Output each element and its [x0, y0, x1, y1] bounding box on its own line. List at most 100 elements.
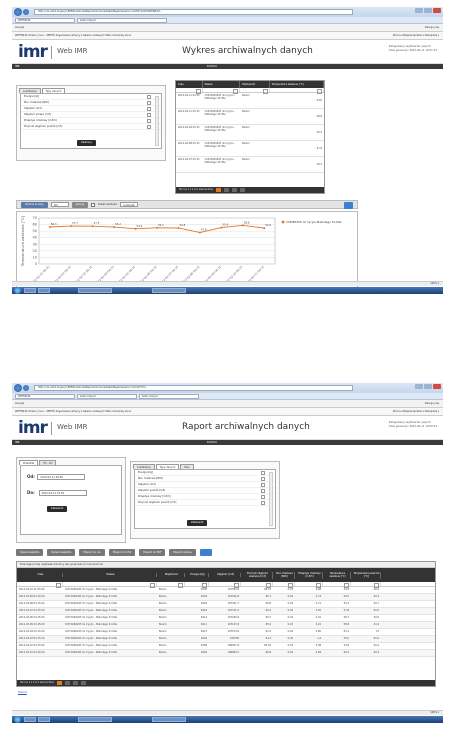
column-header[interactable]: Temperatura zasilania [°C] [323, 571, 351, 579]
page-2-button[interactable] [224, 188, 230, 192]
taskbar-app[interactable] [24, 288, 36, 293]
page-1-button[interactable] [57, 681, 63, 685]
filter-cell[interactable] [269, 88, 325, 94]
taskbar-app[interactable] [38, 717, 50, 722]
export-chart-button[interactable]: Eksport wykres [169, 549, 196, 556]
save-all-button[interactable]: Zapisz wszystko [16, 549, 44, 556]
address-bar[interactable]: http://nb-adxt.imgw.pl:8080/internal/Rep… [34, 9, 353, 15]
checkbox[interactable] [261, 477, 265, 481]
from-date-input[interactable]: 2012-03-11 00:00 [37, 474, 86, 480]
taskbar-app[interactable] [78, 717, 112, 722]
table-row[interactable]: 2012-03-03 04:15:00 CCE-W/R0205 do Cyrylo… [17, 636, 435, 643]
filter-cell[interactable] [273, 582, 295, 588]
checkbox[interactable] [261, 495, 265, 499]
maximize-icon[interactable] [424, 384, 432, 389]
minimize-icon[interactable] [415, 384, 423, 389]
show-values-checkbox[interactable] [91, 202, 96, 207]
checkbox[interactable] [261, 501, 265, 505]
list-scrollbar[interactable] [155, 96, 159, 146]
table-row[interactable]: 2012-02-07 04:15 CCE-W/R0205 do Cyrylo - … [176, 157, 324, 173]
column-header[interactable]: Moc chwilowa [MW] [273, 571, 295, 579]
column-header[interactable]: Węzłowość [157, 573, 185, 577]
browser-tab-active[interactable]: szak.comp.pl [139, 394, 199, 399]
close-icon[interactable] [433, 8, 441, 13]
start-orb-icon[interactable] [14, 287, 21, 294]
list-scrollbar[interactable] [269, 472, 273, 526]
scale-select[interactable]: Automat [120, 202, 139, 207]
filter-cell[interactable] [351, 582, 381, 588]
taskbar-app[interactable] [24, 717, 36, 722]
browser-tab[interactable]: WETERLPL [15, 18, 75, 23]
taskbar-app[interactable] [78, 288, 112, 293]
list-item[interactable]: Przyrost objętości powrót [m3] [135, 500, 275, 506]
browser-tab[interactable]: WETERLPL [15, 394, 75, 399]
browser-tab-active[interactable]: szak.comp.pl [77, 18, 167, 23]
zoom-level[interactable]: 100% ▾ [430, 711, 439, 714]
filter-cell[interactable] [63, 582, 157, 588]
export-excel-icon[interactable] [344, 202, 353, 209]
ie-commandbar[interactable]: Strona ▾ Bezpieczeństwo ▾ Narzędzia ▾ [393, 32, 443, 39]
browser-tab[interactable]: szak.comp.pl [77, 394, 137, 399]
filter-cell[interactable] [209, 582, 241, 588]
maximize-icon[interactable] [424, 8, 432, 13]
taskbar-app[interactable] [38, 288, 50, 293]
checkbox[interactable] [147, 107, 151, 111]
column-header[interactable]: Przyrost objętości zasilania [m3] [241, 571, 273, 579]
filter-cell[interactable] [185, 582, 209, 588]
page-2-button[interactable] [65, 681, 71, 685]
column-header[interactable]: Nazwa [203, 81, 241, 88]
column-header[interactable]: Objętość [m3] [209, 573, 241, 577]
table-row[interactable]: 2012-03-04 04:15:00 CCE-W/R0205 do Cyrylo… [17, 629, 435, 636]
column-header[interactable]: Temperatura powrotu [°C] [351, 571, 381, 579]
last-page-button[interactable] [240, 188, 246, 192]
favorites-links[interactable]: WETERLPL Polska | Inna… METEO Sugerowane… [15, 410, 131, 413]
forward-icon[interactable] [23, 9, 29, 15]
forward-icon[interactable] [23, 385, 29, 391]
filter-cell[interactable] [295, 582, 323, 588]
table-row[interactable]: 2012-03-08 04:15:00 CCE-W/R0205 do Cyrylo… [17, 601, 435, 608]
export-csv2-button[interactable]: Eksport do CSV [108, 549, 136, 556]
checkbox[interactable] [147, 95, 151, 99]
taskbar-app[interactable] [152, 288, 186, 293]
apply-button[interactable]: Zastosuj [77, 140, 96, 146]
minimize-icon[interactable] [415, 8, 423, 13]
chart-type-label[interactable]: Wykres liniowy [21, 201, 48, 208]
checkbox[interactable] [147, 125, 151, 129]
google-login[interactable]: Zaloguj się [425, 400, 443, 407]
checkbox[interactable] [147, 113, 151, 117]
apply-button[interactable]: Zatwierdź [187, 520, 208, 526]
ie-commandbar[interactable]: Strona ▾ Bezpieczeństwo ▾ Narzędzia ▾ [393, 408, 443, 415]
filter-cell[interactable] [202, 88, 241, 94]
table-row[interactable]: 2012-03-02 04:15:00 CCE-W/R0205 do Cyrylo… [17, 643, 435, 650]
address-bar[interactable]: http://nb-adxt.imgw.pl:8080/internal/Rep… [34, 385, 353, 391]
filter-cell[interactable] [240, 88, 270, 94]
table-row[interactable]: 2012-03-10 21:55:00 CCE-W/R0205 do Cyrylo… [17, 587, 435, 594]
table-row[interactable]: 2012-03-07 04:15:00 CCE-W/R0205 do Cyrylo… [17, 608, 435, 615]
checkbox[interactable] [147, 119, 151, 123]
google-label[interactable]: Google [15, 402, 24, 405]
export-csv-button[interactable]: Eksport do csv [79, 549, 105, 556]
table-row[interactable]: 2012-03-05 04:15:00 CCE-W/R0205 do Cyrylo… [17, 622, 435, 629]
column-header[interactable]: Czas [176, 81, 203, 88]
table-row[interactable]: 2012-03-01 04:15:00 CCE-W/R0205 do Cyrylo… [17, 650, 435, 657]
table-row[interactable]: 2012-02-08 04:15 CCE-W/R0205 do Cyrylo - … [176, 141, 324, 157]
toolbar-left-label[interactable]: IMR [15, 441, 19, 444]
zoom-level[interactable]: 100% ▾ [430, 282, 439, 285]
filter-cell[interactable] [157, 582, 185, 588]
export-excel-icon[interactable] [199, 549, 212, 556]
column-header[interactable]: Energia [GJ] [185, 573, 209, 577]
google-label[interactable]: Google [15, 26, 24, 29]
start-orb-icon[interactable] [14, 716, 21, 723]
checkbox[interactable] [261, 489, 265, 493]
column-header[interactable]: Temperatura zasilania [°C] [270, 81, 325, 88]
to-date-input[interactable]: 2012-03-11 23:59 [38, 490, 87, 496]
apply-date-button[interactable]: Zatwierdź [47, 506, 68, 512]
column-header[interactable]: Nazwa [63, 573, 157, 577]
table-row[interactable]: 2012-02-11 04:15 CCE-W/R0205 do Cyrylo - … [176, 93, 324, 109]
toolbar-left-label[interactable]: IMR [15, 65, 19, 68]
checkbox[interactable] [261, 483, 265, 487]
back-icon[interactable] [14, 384, 22, 392]
back-icon[interactable] [14, 8, 22, 16]
chart-type-select[interactable]: Dni [50, 202, 69, 207]
taskbar-app[interactable] [152, 717, 186, 722]
